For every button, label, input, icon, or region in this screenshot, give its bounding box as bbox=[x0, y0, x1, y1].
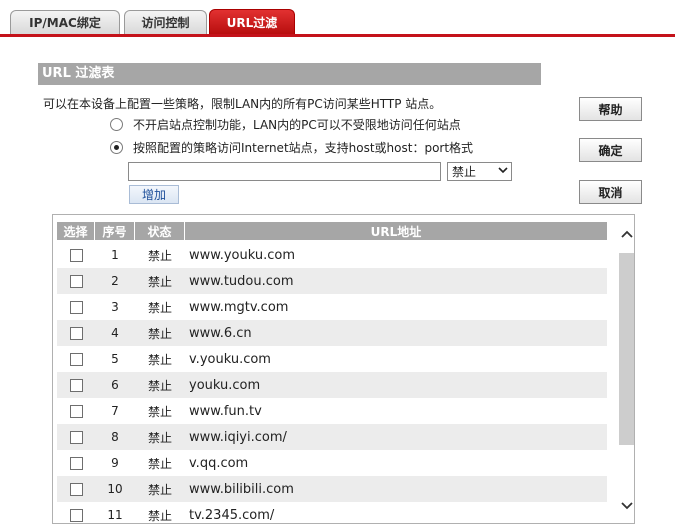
table-row: 10 禁止 www.bilibili.com bbox=[57, 476, 607, 502]
row-number: 1 bbox=[111, 248, 119, 262]
url-filter-table: 选择 序号 状态 URL地址 1 禁止 www.youku.com 2 禁止 w… bbox=[52, 214, 635, 524]
status-select-value: 禁止 bbox=[452, 165, 477, 179]
table-row: 3 禁止 www.mgtv.com bbox=[57, 294, 607, 320]
table-row: 1 禁止 www.youku.com bbox=[57, 242, 607, 268]
row-url: youku.com bbox=[189, 377, 261, 393]
tab-ip-mac-binding[interactable]: IP/MAC绑定 bbox=[10, 10, 120, 34]
section-title: URL 过滤表 bbox=[38, 63, 541, 85]
table-scrollbar[interactable] bbox=[618, 225, 634, 515]
row-number: 2 bbox=[111, 274, 119, 288]
tab-divider bbox=[0, 34, 675, 37]
option-disable-row[interactable]: 不开启站点控制功能，LAN内的PC可以不受限地访问任何站点 bbox=[110, 116, 461, 133]
row-status: 禁止 bbox=[147, 430, 172, 445]
row-url: www.iqiyi.com/ bbox=[189, 429, 287, 445]
row-checkbox[interactable] bbox=[69, 430, 83, 444]
row-number: 5 bbox=[111, 352, 119, 366]
ok-button[interactable]: 确定 bbox=[579, 138, 642, 162]
chevron-up-icon[interactable] bbox=[618, 225, 634, 243]
tab-bar: IP/MAC绑定 访问控制 URL过滤 bbox=[0, 0, 675, 37]
row-number: 8 bbox=[111, 430, 119, 444]
row-number: 11 bbox=[107, 508, 123, 522]
table-row: 9 禁止 v.qq.com bbox=[57, 450, 607, 476]
row-status: 禁止 bbox=[147, 248, 172, 263]
tab-access-control[interactable]: 访问控制 bbox=[124, 10, 207, 34]
help-button[interactable]: 帮助 bbox=[579, 97, 642, 121]
row-number: 3 bbox=[111, 300, 119, 314]
radio-policy[interactable] bbox=[110, 141, 123, 154]
row-status: 禁止 bbox=[147, 378, 172, 393]
header-number: 序号 bbox=[95, 222, 135, 240]
row-status: 禁止 bbox=[147, 404, 172, 419]
option-policy-label: 按照配置的策略访问Internet站点，支持host或host：port格式 bbox=[133, 141, 474, 155]
row-checkbox[interactable] bbox=[69, 378, 83, 392]
header-url: URL地址 bbox=[370, 224, 422, 239]
url-input[interactable] bbox=[128, 162, 441, 181]
row-number: 7 bbox=[111, 404, 119, 418]
row-url: www.tudou.com bbox=[189, 273, 294, 289]
row-checkbox[interactable] bbox=[69, 326, 83, 340]
radio-disable[interactable] bbox=[110, 118, 123, 131]
row-url: www.fun.tv bbox=[189, 403, 262, 419]
row-status: 禁止 bbox=[147, 326, 172, 341]
section-description: 可以在本设备上配置一些策略，限制LAN内的所有PC访问某些HTTP 站点。 bbox=[43, 97, 442, 111]
row-status: 禁止 bbox=[147, 352, 172, 367]
row-url: www.mgtv.com bbox=[189, 299, 289, 315]
row-number: 4 bbox=[111, 326, 119, 340]
table-body: 1 禁止 www.youku.com 2 禁止 www.tudou.com 3 … bbox=[57, 242, 607, 523]
tab-url-filter[interactable]: URL过滤 bbox=[209, 9, 295, 35]
row-url: v.youku.com bbox=[189, 351, 271, 367]
row-number: 10 bbox=[107, 482, 123, 496]
row-number: 6 bbox=[111, 378, 119, 392]
table-row: 2 禁止 www.tudou.com bbox=[57, 268, 607, 294]
row-url: www.6.cn bbox=[189, 325, 252, 341]
row-checkbox[interactable] bbox=[69, 456, 83, 470]
table-row: 4 禁止 www.6.cn bbox=[57, 320, 607, 346]
scrollbar-thumb[interactable] bbox=[619, 253, 634, 445]
option-disable-label: 不开启站点控制功能，LAN内的PC可以不受限地访问任何站点 bbox=[133, 118, 461, 132]
row-status: 禁止 bbox=[147, 482, 172, 497]
option-policy-row[interactable]: 按照配置的策略访问Internet站点，支持host或host：port格式 bbox=[110, 139, 473, 156]
table-row: 8 禁止 www.iqiyi.com/ bbox=[57, 424, 607, 450]
row-checkbox[interactable] bbox=[69, 508, 83, 522]
row-url: tv.2345.com/ bbox=[189, 507, 275, 523]
header-status: 状态 bbox=[135, 222, 185, 240]
row-url: www.youku.com bbox=[189, 247, 295, 263]
cancel-button[interactable]: 取消 bbox=[579, 180, 642, 204]
header-select: 选择 bbox=[57, 222, 95, 240]
chevron-down-icon bbox=[495, 166, 511, 177]
chevron-down-icon[interactable] bbox=[618, 497, 634, 515]
row-status: 禁止 bbox=[147, 456, 172, 471]
row-checkbox[interactable] bbox=[69, 248, 83, 262]
table-row: 7 禁止 www.fun.tv bbox=[57, 398, 607, 424]
row-checkbox[interactable] bbox=[69, 274, 83, 288]
table-row: 5 禁止 v.youku.com bbox=[57, 346, 607, 372]
row-url: v.qq.com bbox=[189, 455, 249, 471]
row-checkbox[interactable] bbox=[69, 300, 83, 314]
row-status: 禁止 bbox=[147, 274, 172, 289]
row-url: www.bilibili.com bbox=[189, 481, 294, 497]
row-checkbox[interactable] bbox=[69, 482, 83, 496]
row-number: 9 bbox=[111, 456, 119, 470]
table-header: 选择 序号 状态 URL地址 bbox=[57, 222, 607, 240]
row-checkbox[interactable] bbox=[69, 404, 83, 418]
row-checkbox[interactable] bbox=[69, 352, 83, 366]
row-status: 禁止 bbox=[147, 300, 172, 315]
table-row: 6 禁止 youku.com bbox=[57, 372, 607, 398]
add-button[interactable]: 增加 bbox=[129, 185, 179, 204]
status-select[interactable]: 禁止 bbox=[447, 162, 512, 181]
